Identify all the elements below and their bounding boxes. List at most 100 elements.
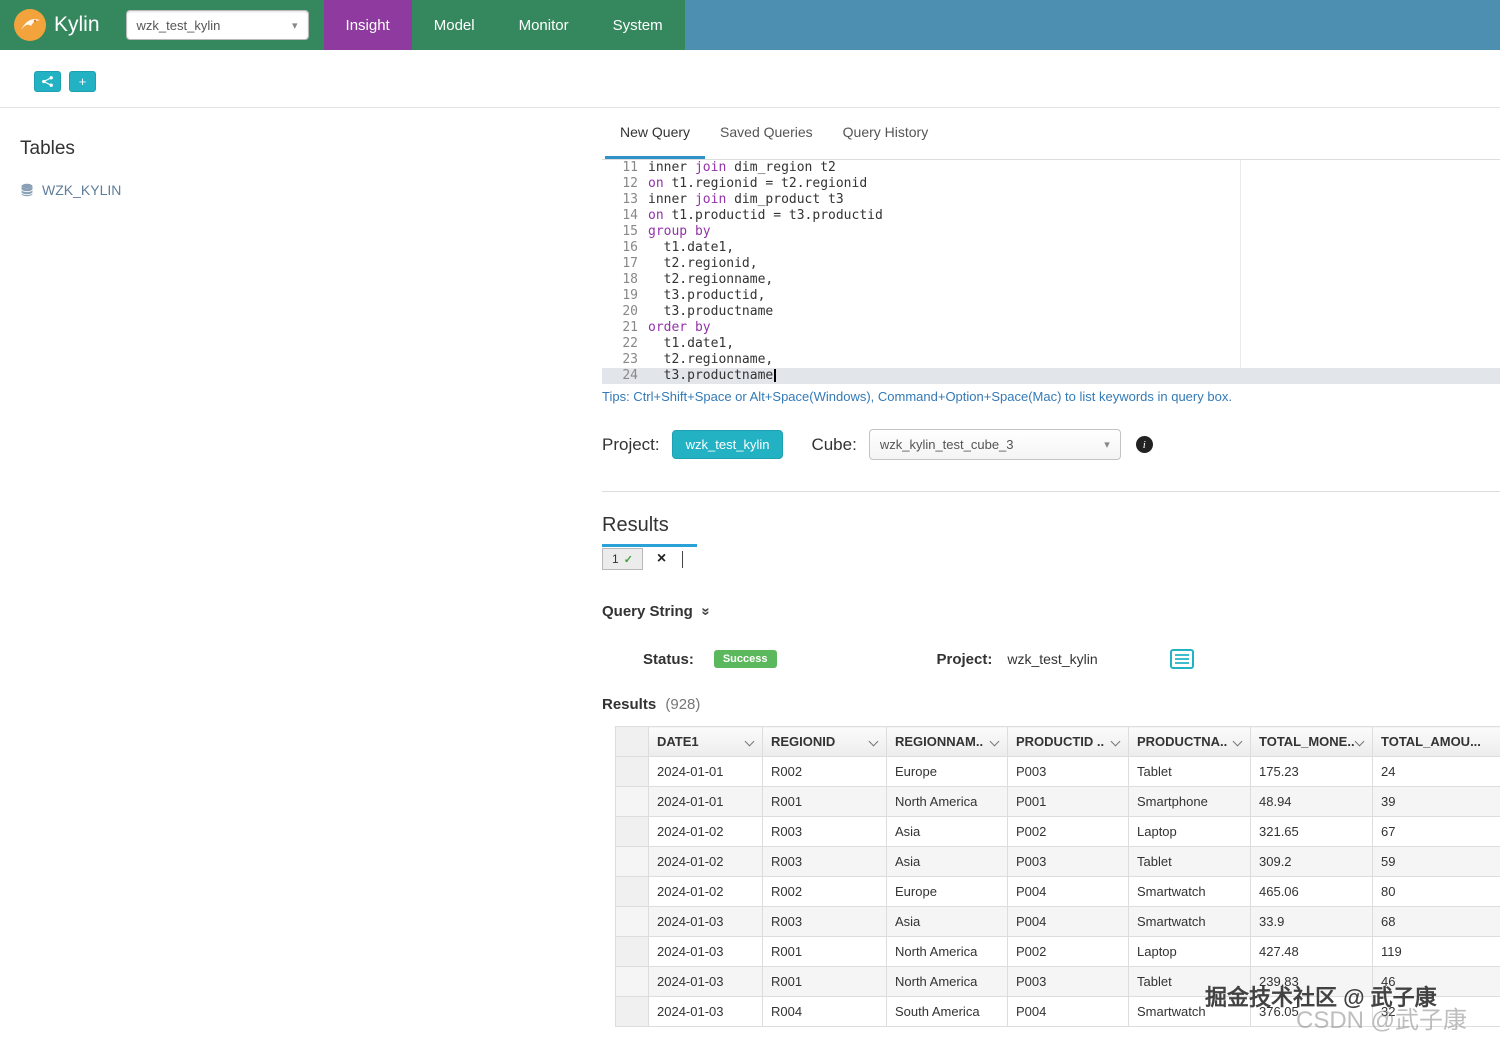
add-table-button[interactable]: +	[69, 71, 96, 92]
line-number: 15	[622, 224, 638, 239]
sort-chevron-icon[interactable]	[1232, 736, 1243, 747]
table-cell: 239.83	[1250, 966, 1373, 997]
insight-main: New Query Saved Queries Query History 11 in…	[602, 108, 1500, 1042]
brand-name: Kylin	[54, 13, 100, 36]
close-result-tab-icon[interactable]: ×	[657, 551, 666, 567]
line-number: 14	[622, 208, 638, 223]
table-cell: 68	[1372, 906, 1500, 937]
project-label: Project:	[602, 434, 660, 454]
column-header-productid[interactable]: PRODUCTID ..	[1007, 726, 1129, 757]
result-tab-1[interactable]: 1 ✓	[602, 548, 643, 570]
column-header-total-amou[interactable]: TOTAL_AMOU...	[1372, 726, 1500, 757]
column-header-regionid[interactable]: REGIONID	[762, 726, 887, 757]
table-cell: 46	[1372, 966, 1500, 997]
table-row: 2024-01-03 R001 North America P003 Tablet 239…	[615, 966, 1500, 997]
query-string-toggle[interactable]: Query String »	[602, 603, 1500, 620]
table-cell: 33.9	[1250, 906, 1373, 937]
table-cell: Asia	[886, 816, 1008, 847]
code-text: t3.productname	[648, 304, 774, 319]
code-text: on t1.productid = t3.productid	[648, 208, 883, 223]
brand[interactable]: Kylin	[0, 0, 114, 50]
table-row: 2024-01-03 R004 South America P004 Smartwatc…	[615, 996, 1500, 1027]
table-cell: 2024-01-03	[648, 966, 763, 997]
datasource-button[interactable]	[34, 71, 61, 92]
sort-chevron-icon[interactable]	[1110, 736, 1121, 747]
tab-saved-queries[interactable]: Saved Queries	[705, 108, 828, 159]
table-row: 2024-01-02 R002 Europe P004 Smartwatch 465.06…	[615, 876, 1500, 907]
nav-item-model[interactable]: Model	[412, 0, 497, 50]
table-cell: Smartwatch	[1128, 906, 1251, 937]
query-meta-row: Project: wzk_test_kylin Cube: wzk_kylin_…	[602, 429, 1500, 460]
column-header-total-mone[interactable]: TOTAL_MONE..	[1250, 726, 1373, 757]
table-cell: 2024-01-01	[648, 786, 763, 817]
line-number: 20	[622, 304, 638, 319]
line-number: 16	[622, 240, 638, 255]
table-cell: Laptop	[1128, 816, 1251, 847]
project-badge-button[interactable]: wzk_test_kylin	[671, 430, 784, 459]
column-header-productna[interactable]: PRODUCTNA..	[1128, 726, 1251, 757]
table-cell: R003	[762, 846, 887, 877]
navbar-left: Kylin wzk_test_kylin ▾ Insight Model Monit…	[0, 0, 685, 50]
code-text: t1.date1,	[648, 240, 735, 255]
editor-line-20: 20 t3.productname	[602, 304, 1500, 320]
line-number: 22	[622, 336, 638, 351]
column-header-date1[interactable]: DATE1	[648, 726, 763, 757]
table-cell: North America	[886, 966, 1008, 997]
chevron-down-icon: ▾	[292, 19, 298, 32]
sort-chevron-icon[interactable]	[868, 736, 879, 747]
editor-line-21: 21 order by	[602, 320, 1500, 336]
nav-item-insight[interactable]: Insight	[323, 0, 412, 50]
line-number: 13	[622, 192, 638, 207]
table-item-wzk-kylin[interactable]: WZK_KYLIN	[20, 182, 582, 198]
table-cell: 48.94	[1250, 786, 1373, 817]
results-count-value: (928)	[665, 696, 701, 713]
table-row: 2024-01-03 R003 Asia P004 Smartwatch 33.9 68	[615, 906, 1500, 937]
line-number: 23	[622, 352, 638, 367]
table-cell: Europe	[886, 756, 1008, 787]
table-cell: Smartwatch	[1128, 996, 1251, 1027]
results-active-underline	[602, 544, 697, 547]
code-text: t3.productname	[648, 368, 777, 384]
status-project-value: wzk_test_kylin	[1007, 651, 1098, 667]
editor-line-16: 16 t1.date1,	[602, 240, 1500, 256]
tab-query-history[interactable]: Query History	[828, 108, 944, 159]
results-title: Results	[602, 514, 669, 536]
table-cell: 465.06	[1250, 876, 1373, 907]
editor-line-14: 14 on t1.productid = t3.productid	[602, 208, 1500, 224]
tables-panel: Tables WZK_KYLIN	[0, 108, 602, 1042]
table-row: 2024-01-01 R001 North America P001 Smartphon…	[615, 786, 1500, 817]
status-project-label: Project:	[936, 650, 993, 668]
result-tabs-row: 1 ✓ ×	[602, 548, 1500, 570]
line-number: 17	[622, 256, 638, 271]
line-number: 11	[622, 160, 638, 175]
table-row: 2024-01-03 R001 North America P002 Laptop 427…	[615, 936, 1500, 967]
status-row: Status: Success Project: wzk_test_kylin	[602, 649, 1500, 669]
line-number: 21	[622, 320, 638, 335]
chevron-down-icon: ▾	[1104, 439, 1110, 451]
table-row: 2024-01-01 R002 Europe P003 Tablet 175.23 24	[615, 756, 1500, 787]
results-count-label: Results	[602, 696, 657, 713]
tab-new-query[interactable]: New Query	[605, 108, 706, 159]
editor-line-22: 22 t1.date1,	[602, 336, 1500, 352]
nav-item-monitor[interactable]: Monitor	[497, 0, 591, 50]
table-cell: 2024-01-03	[648, 906, 763, 937]
sort-chevron-icon[interactable]	[744, 736, 755, 747]
status-badge: Success	[713, 650, 777, 668]
nav-item-system[interactable]: System	[591, 0, 685, 50]
show-sql-list-icon[interactable]	[1169, 649, 1194, 669]
info-icon[interactable]: i	[1135, 436, 1153, 453]
sql-editor[interactable]: 11 inner join dim_region t2 12 on t1.region…	[602, 160, 1500, 384]
cube-selector[interactable]: wzk_kylin_test_cube_3 ▾	[868, 429, 1121, 460]
navbar: Kylin wzk_test_kylin ▾ Insight Model Monit…	[0, 0, 1500, 50]
cube-label: Cube:	[811, 434, 857, 454]
sort-chevron-icon[interactable]	[989, 736, 1000, 747]
column-header-regionnam[interactable]: REGIONNAM..	[886, 726, 1008, 757]
result-tab-label: 1	[612, 552, 619, 566]
line-number: 24	[622, 368, 638, 383]
row-handle	[615, 846, 649, 877]
editor-line-13: 13 inner join dim_product t3	[602, 192, 1500, 208]
sort-chevron-icon[interactable]	[1354, 736, 1365, 747]
table-cell: 67	[1372, 816, 1500, 847]
project-selector[interactable]: wzk_test_kylin ▾	[125, 10, 309, 40]
status-label: Status:	[643, 650, 694, 668]
